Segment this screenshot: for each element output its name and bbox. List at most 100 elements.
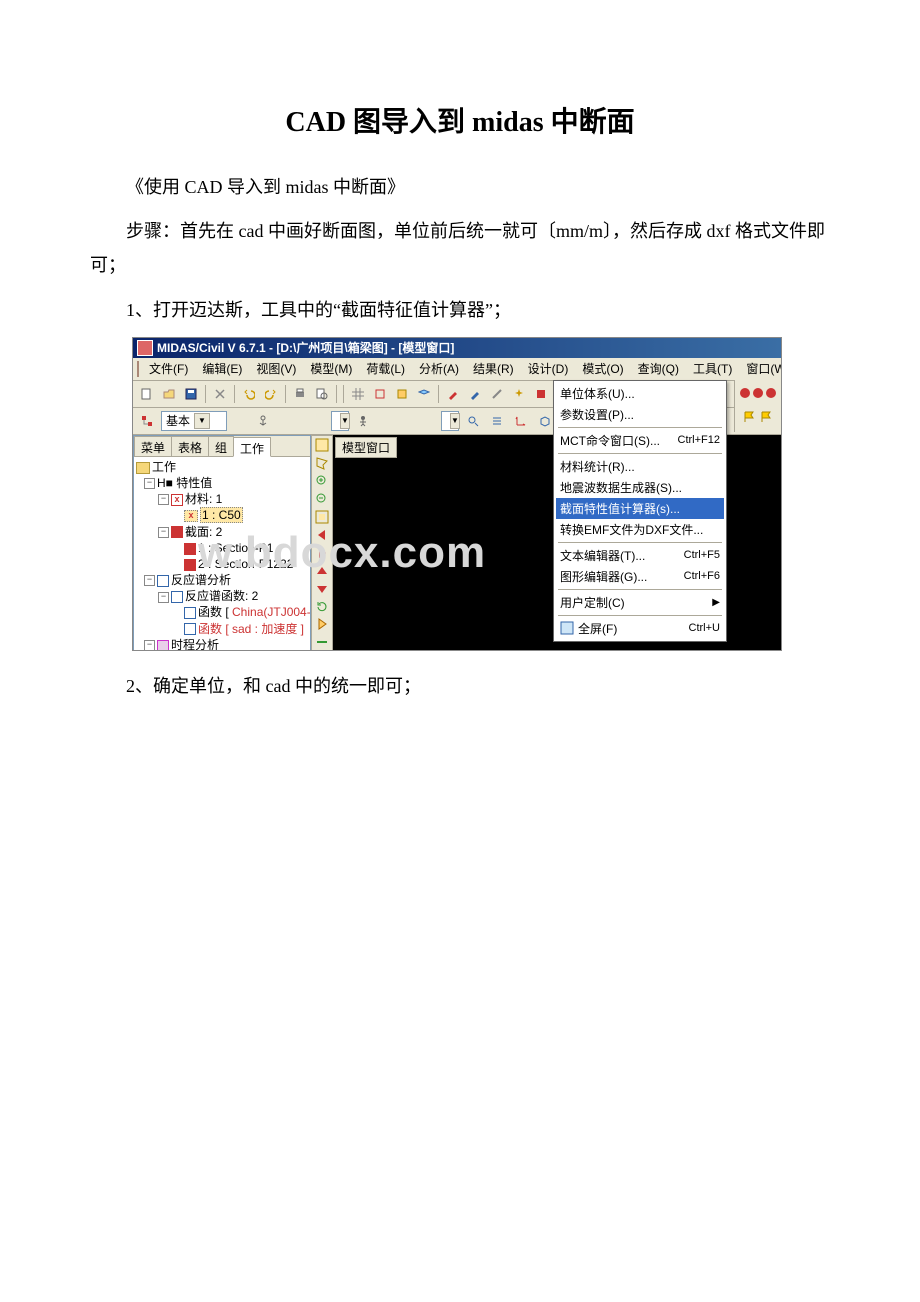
tree-section-count[interactable]: 截面: 2 (185, 525, 222, 539)
menu-unit-system[interactable]: 单位体系(U)... (556, 383, 724, 404)
dot-red-icon[interactable] (740, 388, 750, 398)
preview-icon[interactable] (312, 384, 332, 404)
anchor-icon[interactable] (253, 411, 273, 431)
tree-spectrum[interactable]: 反应谱分析 (171, 573, 231, 587)
collapse-icon[interactable]: − (144, 478, 155, 489)
menu-emf-to-dxf[interactable]: 转换EMF文件为DXF文件... (556, 519, 724, 540)
man-icon[interactable] (353, 411, 373, 431)
menu-user-custom[interactable]: 用户定制(C)▶ (556, 592, 724, 613)
tree-view[interactable]: 工作 −H■ 特性值 −x材料: 1 x1 : C50 −截面: 2 1 : S… (134, 457, 310, 651)
tree-icon[interactable] (137, 411, 157, 431)
folder-icon (136, 462, 150, 474)
combo2[interactable]: ▼ (331, 411, 349, 431)
list-icon[interactable] (487, 411, 507, 431)
viewport-tab[interactable]: 模型窗口 (335, 437, 397, 458)
func-icon (184, 607, 196, 619)
menu-fullscreen[interactable]: 全屏(F)Ctrl+U (556, 618, 724, 639)
tab-table[interactable]: 表格 (171, 436, 209, 456)
lens-icon[interactable] (463, 411, 483, 431)
tab-work[interactable]: 工作 (233, 437, 271, 457)
collapse-icon[interactable]: − (158, 527, 169, 538)
menu-edit[interactable]: 编辑(E) (196, 358, 248, 379)
axes-icon[interactable] (511, 411, 531, 431)
flag2-icon[interactable] (760, 410, 774, 427)
menu-sep (558, 453, 722, 454)
print-icon[interactable] (290, 384, 310, 404)
menu-load[interactable]: 荷载(L) (360, 358, 411, 379)
brush1-icon[interactable] (443, 384, 463, 404)
menu-section-prop-calc[interactable]: 截面特性值计算器(s)... (556, 498, 724, 519)
toolbar-sep (343, 385, 344, 403)
file-icon (137, 361, 139, 377)
tree-spectrum-func[interactable]: 反应谱函数: 2 (185, 589, 258, 603)
tab-menu[interactable]: 菜单 (134, 436, 172, 456)
undo-icon[interactable] (239, 384, 259, 404)
zoom-out-icon[interactable] (314, 492, 330, 507)
mode-combo[interactable]: 基本 ▼ (161, 411, 227, 431)
menu-graphic-editor[interactable]: 图形编辑器(G)...Ctrl+F6 (556, 566, 724, 587)
tree-section-p1222[interactable]: 2 : Section-P1222 (198, 557, 293, 571)
spectrum-icon (157, 575, 169, 587)
tree-properties[interactable]: H■ 特性值 (157, 476, 212, 490)
menu-model[interactable]: 模型(M) (304, 358, 358, 379)
menu-window[interactable]: 窗口(W) (740, 358, 782, 379)
tool-a-icon[interactable] (531, 384, 551, 404)
save-icon[interactable] (181, 384, 201, 404)
tree-func-china[interactable]: China(JTJ004-89 (232, 605, 310, 619)
menu-mct-window[interactable]: MCT命令窗口(S)...Ctrl+F12 (556, 430, 724, 451)
collapse-icon[interactable]: − (158, 592, 169, 603)
grid2-icon[interactable] (392, 384, 412, 404)
menu-mode[interactable]: 模式(O) (576, 358, 629, 379)
wand-icon[interactable] (487, 384, 507, 404)
more-icon[interactable] (314, 635, 330, 650)
wand2-icon[interactable] (509, 384, 529, 404)
layer-icon[interactable] (414, 384, 434, 404)
box-icon[interactable] (535, 411, 555, 431)
open-icon[interactable] (159, 384, 179, 404)
zoom-all-icon[interactable] (314, 509, 330, 524)
play-icon[interactable] (314, 617, 330, 632)
tree-func-sad[interactable]: 函数 [ sad : 加速度 ] (198, 622, 304, 636)
brush2-icon[interactable] (465, 384, 485, 404)
rotate-icon[interactable] (314, 599, 330, 614)
fullscreen-icon (560, 621, 574, 635)
redo-icon[interactable] (261, 384, 281, 404)
combo3[interactable]: ▼ (441, 411, 459, 431)
menu-tools[interactable]: 工具(T) (687, 358, 738, 379)
tree-timehist[interactable]: 时程分析 (171, 638, 219, 651)
collapse-icon[interactable]: − (144, 640, 155, 651)
menu-query[interactable]: 查询(Q) (632, 358, 685, 379)
left-arrow-icon[interactable] (314, 527, 330, 542)
menu-design[interactable]: 设计(D) (522, 358, 575, 379)
tree-tabs: 菜单 表格 组 工作 (134, 436, 310, 457)
menu-analysis[interactable]: 分析(A) (413, 358, 465, 379)
flag1-icon[interactable] (743, 410, 757, 427)
menu-view[interactable]: 视图(V) (250, 358, 302, 379)
up-arrow-icon[interactable] (314, 563, 330, 578)
section-icon (184, 559, 196, 571)
menu-result[interactable]: 结果(R) (467, 358, 520, 379)
poly-select-icon[interactable] (314, 456, 330, 471)
tree-material-c50[interactable]: 1 : C50 (200, 507, 243, 523)
tab-group[interactable]: 组 (208, 436, 234, 456)
dot-red-icon[interactable] (766, 388, 776, 398)
tree-material-count[interactable]: 材料: 1 (185, 492, 222, 506)
menu-text-editor[interactable]: 文本编辑器(T)...Ctrl+F5 (556, 545, 724, 566)
menu-material-stats[interactable]: 材料统计(R)... (556, 456, 724, 477)
down-arrow-icon[interactable] (314, 581, 330, 596)
new-icon[interactable] (137, 384, 157, 404)
delete-icon[interactable] (210, 384, 230, 404)
menu-earthquake-gen[interactable]: 地震波数据生成器(S)... (556, 477, 724, 498)
menu-file[interactable]: 文件(F) (143, 358, 194, 379)
right-arrow-icon[interactable] (314, 545, 330, 560)
menu-param-settings[interactable]: 参数设置(P)... (556, 404, 724, 425)
snap-icon[interactable] (370, 384, 390, 404)
dot-red-icon[interactable] (753, 388, 763, 398)
tree-section-p1[interactable]: 1 : Section-P1 (198, 541, 273, 555)
window-titlebar: MIDAS/Civil V 6.7.1 - [D:\广州项目\箱梁图] - [模… (133, 338, 781, 358)
zoom-in-icon[interactable] (314, 474, 330, 489)
rect-select-icon[interactable] (314, 438, 330, 453)
grid-icon[interactable] (348, 384, 368, 404)
collapse-icon[interactable]: − (144, 575, 155, 586)
collapse-icon[interactable]: − (158, 494, 169, 505)
